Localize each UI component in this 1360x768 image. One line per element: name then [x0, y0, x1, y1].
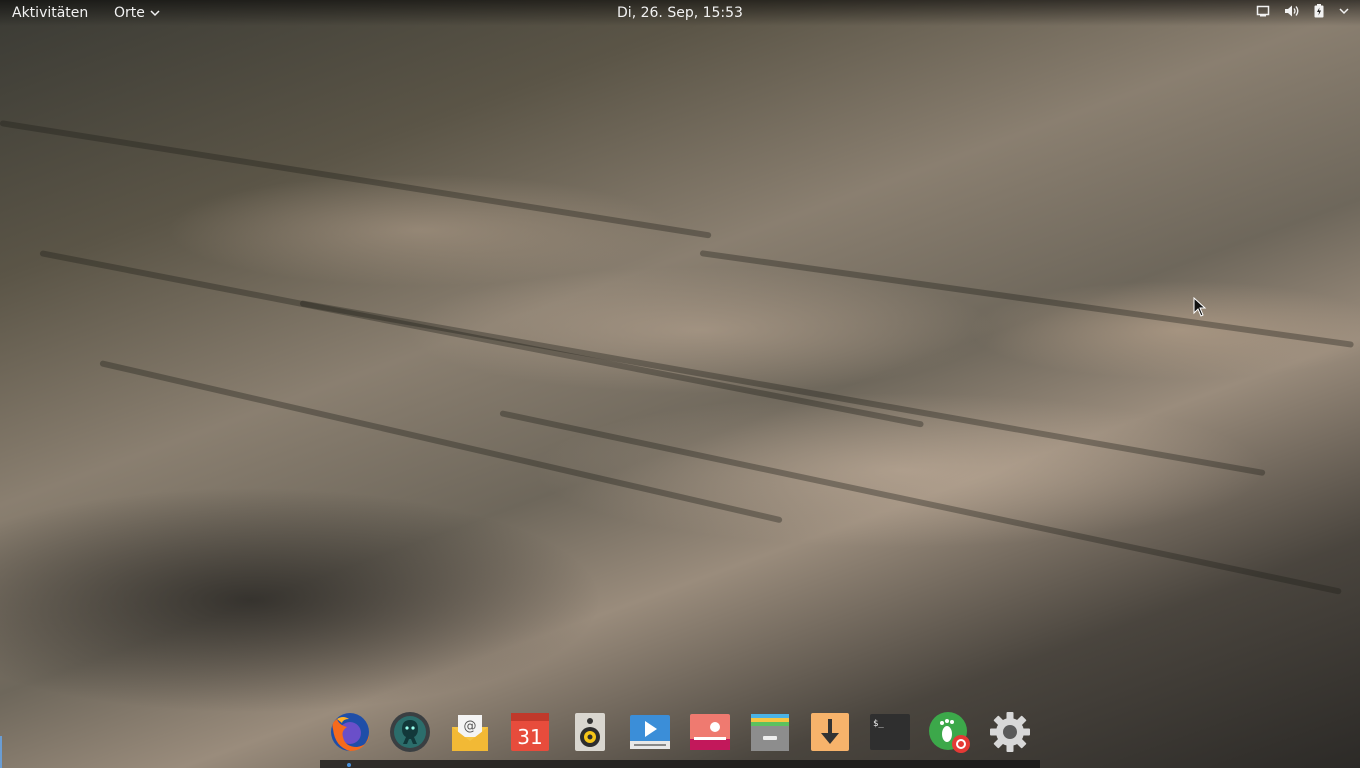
- photos-icon: [690, 714, 730, 750]
- download-icon: [811, 713, 849, 751]
- dock-item-gitkraken[interactable]: [388, 710, 432, 754]
- dock-item-videos[interactable]: [628, 710, 672, 754]
- dock-item-calendar[interactable]: 31: [508, 710, 552, 754]
- dock: @ 31 $_: [320, 704, 1040, 768]
- mouse-pointer-icon: [1193, 297, 1207, 317]
- dock-item-settings[interactable]: [988, 710, 1032, 754]
- dock-item-transmission[interactable]: [808, 710, 852, 754]
- gear-icon: [990, 712, 1030, 752]
- system-menu-chevron-icon[interactable]: [1338, 5, 1350, 17]
- battery-icon[interactable]: [1314, 4, 1324, 18]
- mail-icon: @: [452, 715, 488, 751]
- video-player-icon: [630, 715, 670, 749]
- clock-button[interactable]: Di, 26. Sep, 15:53: [0, 4, 1360, 22]
- dock-item-photos[interactable]: [688, 710, 732, 754]
- terminal-prompt: $_: [873, 719, 884, 729]
- running-indicator: [347, 763, 351, 767]
- gitkraken-icon: [390, 712, 430, 752]
- desktop-wallpaper: Aktivitäten Orte Di, 26. Sep, 15:53 @ 31…: [0, 0, 1360, 768]
- screen-icon[interactable]: [1256, 4, 1270, 18]
- terminal-icon: $_: [870, 714, 910, 750]
- dock-item-terminal[interactable]: $_: [868, 710, 912, 754]
- hot-corner-marker: [0, 736, 2, 768]
- volume-icon[interactable]: [1284, 4, 1300, 18]
- dock-background: [320, 760, 1040, 768]
- dock-item-rhythmbox[interactable]: [568, 710, 612, 754]
- calendar-day: 31: [517, 725, 542, 749]
- firefox-icon: [331, 713, 369, 751]
- svg-text:@: @: [464, 719, 477, 734]
- calendar-icon: 31: [511, 713, 549, 751]
- speaker-icon: [575, 713, 605, 751]
- dock-item-software-updater[interactable]: [928, 710, 972, 754]
- archive-icon: [751, 714, 789, 751]
- dock-item-archive-manager[interactable]: [748, 710, 792, 754]
- status-area[interactable]: [1256, 4, 1350, 18]
- software-icon: [929, 712, 970, 753]
- dock-item-mail[interactable]: @: [448, 710, 492, 754]
- dock-item-firefox[interactable]: [328, 710, 372, 754]
- top-bar: Aktivitäten Orte Di, 26. Sep, 15:53: [0, 0, 1360, 26]
